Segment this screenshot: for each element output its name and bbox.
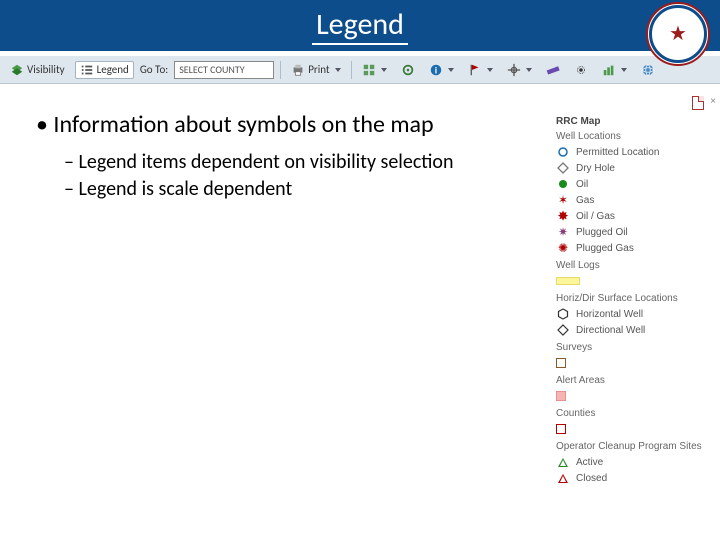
info-icon: i — [429, 63, 443, 77]
toolbar-divider — [351, 61, 352, 79]
chevron-down-icon — [448, 68, 454, 72]
sun-tool-button[interactable] — [570, 62, 592, 78]
legend-label: Legend — [97, 63, 129, 76]
legend-row — [556, 388, 704, 404]
chevron-down-icon — [381, 68, 387, 72]
legend-label: Active — [576, 457, 603, 468]
list-icon — [80, 63, 94, 77]
legend-row: Active — [556, 454, 704, 470]
dry-hole-icon — [556, 162, 570, 174]
ocp-active-icon — [556, 458, 570, 467]
chevron-down-icon — [526, 68, 532, 72]
print-button[interactable]: Print — [287, 62, 344, 78]
toolbar-divider — [280, 61, 281, 79]
legend-row: Horizontal Well — [556, 306, 704, 322]
legend-row: Oil — [556, 176, 704, 192]
legend-label: Oil — [576, 179, 588, 190]
target-icon — [401, 63, 415, 77]
page-title: Legend — [312, 6, 408, 45]
crosshair-tool-button[interactable] — [503, 62, 536, 78]
county-select[interactable]: SELECT COUNTY — [174, 61, 274, 79]
legend-panel: × RRC Map Well Locations Permitted Locat… — [556, 110, 704, 486]
legend-row: ✸ Oil / Gas — [556, 208, 704, 224]
ocp-closed-icon — [556, 474, 570, 483]
chart-nav-button[interactable] — [598, 62, 631, 78]
directional-well-icon — [556, 324, 570, 336]
horiz-dir-header: Horiz/Dir Surface Locations — [556, 293, 704, 304]
grid-tool-button[interactable] — [358, 62, 391, 78]
legend-row — [556, 421, 704, 437]
title-bar: Legend ★ — [0, 0, 720, 56]
legend-label: Directional Well — [576, 325, 645, 336]
print-label: Print — [308, 63, 329, 76]
legend-label: Dry Hole — [576, 163, 615, 174]
well-locations-header: Well Locations — [556, 131, 704, 142]
alert-areas-swatch-icon — [556, 391, 566, 401]
horizontal-well-icon — [556, 308, 570, 320]
surveys-swatch-icon — [556, 358, 566, 368]
legend-label: Oil / Gas — [576, 211, 615, 222]
info-tool-button[interactable]: i — [425, 62, 458, 78]
toolbar: Visibility Legend Go To: SELECT COUNTY P… — [0, 56, 720, 84]
grid-icon — [362, 63, 376, 77]
legend-row: ✷ Plugged Oil — [556, 224, 704, 240]
legend-row — [556, 355, 704, 371]
ruler-icon — [546, 63, 560, 77]
close-icon[interactable]: × — [710, 96, 716, 107]
plugged-oil-icon: ✷ — [556, 226, 570, 238]
legend-label: Plugged Gas — [576, 243, 634, 254]
legend-row: Dry Hole — [556, 160, 704, 176]
plugged-gas-icon: ✺ — [556, 242, 570, 254]
counties-header: Counties — [556, 408, 704, 419]
legend-row — [556, 273, 704, 289]
permitted-location-icon — [556, 146, 570, 158]
legend-label: Gas — [576, 195, 594, 206]
legend-label: Horizontal Well — [576, 309, 643, 320]
legend-label: Closed — [576, 473, 607, 484]
visibility-button[interactable]: Visibility — [6, 62, 69, 78]
legend-row: ✺ Plugged Gas — [556, 240, 704, 256]
visibility-label: Visibility — [27, 63, 65, 76]
chevron-down-icon — [335, 68, 341, 72]
alert-areas-header: Alert Areas — [556, 375, 704, 386]
chart-icon — [602, 63, 616, 77]
legend-button[interactable]: Legend — [75, 61, 134, 79]
measure-tool-button[interactable] — [542, 62, 564, 78]
well-logs-swatch-icon — [556, 277, 580, 285]
sub-bullet-1: Legend items dependent on visibility sel… — [64, 150, 466, 175]
globe-tool-button[interactable] — [637, 62, 659, 78]
flag-tool-button[interactable] — [464, 62, 497, 78]
gas-icon: ✶ — [556, 194, 570, 206]
ocp-header: Operator Cleanup Program Sites — [556, 441, 704, 452]
legend-label: Permitted Location — [576, 147, 659, 158]
printer-icon — [291, 63, 305, 77]
svg-text:i: i — [434, 65, 436, 75]
crosshair-icon — [507, 63, 521, 77]
agency-seal-icon: ★ — [646, 2, 710, 66]
legend-row: Directional Well — [556, 322, 704, 338]
counties-swatch-icon — [556, 424, 566, 434]
sub-bullet-2: Legend is scale dependent — [64, 177, 466, 202]
oil-icon — [556, 178, 570, 190]
well-logs-header: Well Logs — [556, 260, 704, 271]
identify-tool-button[interactable] — [397, 62, 419, 78]
legend-title: RRC Map — [556, 116, 704, 127]
bullet-main: Information about symbols on the map — [36, 110, 466, 140]
surveys-header: Surveys — [556, 342, 704, 353]
content-area: Information about symbols on the map Leg… — [36, 110, 466, 202]
legend-row: Permitted Location — [556, 144, 704, 160]
chevron-down-icon — [487, 68, 493, 72]
legend-row: Closed — [556, 470, 704, 486]
flag-icon — [468, 63, 482, 77]
legend-label: Plugged Oil — [576, 227, 628, 238]
pdf-icon[interactable] — [692, 96, 704, 110]
sun-icon — [574, 63, 588, 77]
chevron-down-icon — [621, 68, 627, 72]
layers-icon — [10, 63, 24, 77]
oil-gas-icon: ✸ — [556, 210, 570, 222]
legend-row: ✶ Gas — [556, 192, 704, 208]
globe-icon — [641, 63, 655, 77]
goto-label: Go To: — [140, 63, 168, 76]
